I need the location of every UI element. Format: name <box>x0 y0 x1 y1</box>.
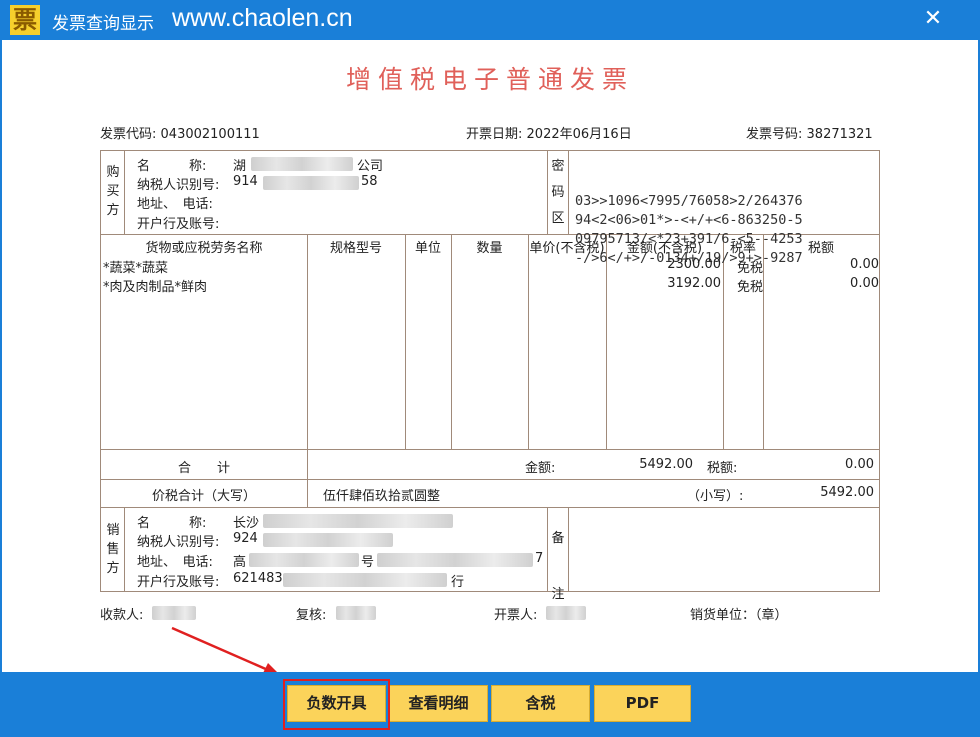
view-detail-button[interactable]: 查看明细 <box>389 685 488 722</box>
tax-included-button[interactable]: 含税 <box>491 685 590 722</box>
annotation-arrow <box>171 626 280 675</box>
action-bar <box>0 672 980 737</box>
pdf-button[interactable]: PDF <box>594 685 691 722</box>
annotation-highlight-box <box>283 679 390 730</box>
